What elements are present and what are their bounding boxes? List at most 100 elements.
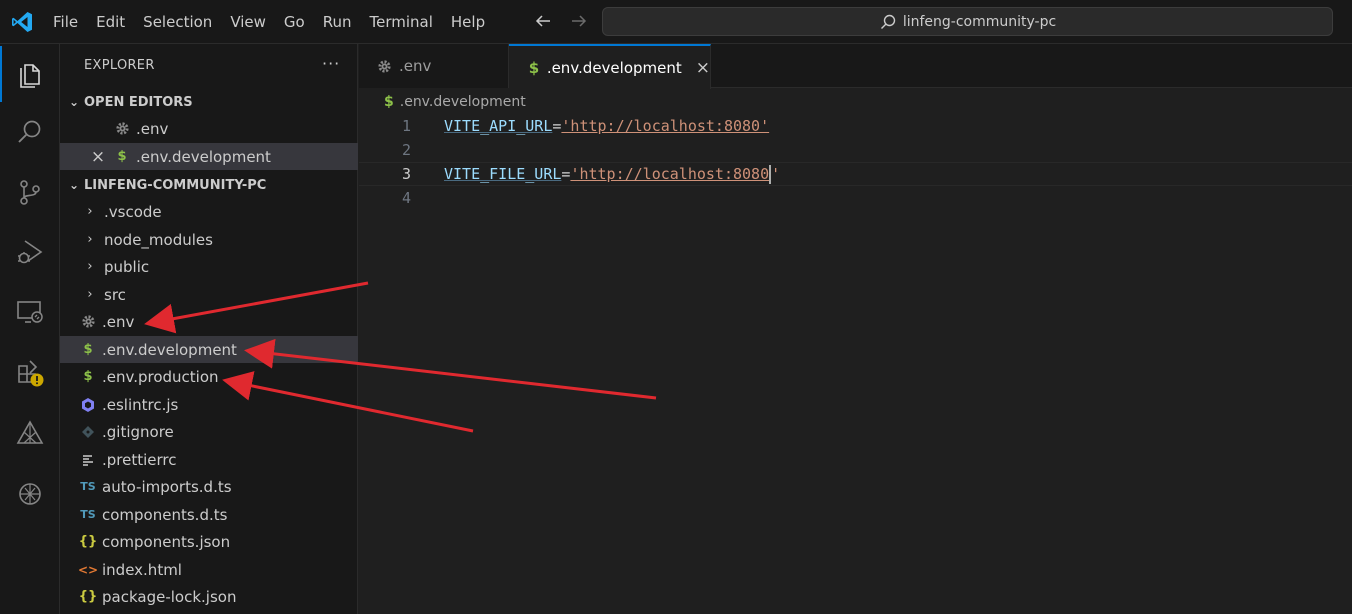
tree-item-label: package-lock.json bbox=[102, 587, 237, 606]
open-editor-item[interactable]: .env bbox=[60, 115, 358, 142]
tree-file-package-lock[interactable]: {} package-lock.json bbox=[60, 583, 358, 610]
close-icon[interactable]: × bbox=[88, 147, 108, 167]
code-line[interactable]: 4 bbox=[359, 186, 1352, 210]
project-folder-title: LINFENG-COMMUNITY-PC bbox=[84, 177, 267, 193]
openai-extension-icon[interactable] bbox=[0, 466, 60, 522]
tree-file-prettierrc[interactable]: .prettierrc bbox=[60, 446, 358, 473]
line-number: 3 bbox=[401, 165, 411, 183]
extensions-icon[interactable] bbox=[0, 344, 60, 400]
env-value: 'http://localhost:8080' bbox=[561, 117, 770, 135]
vscode-logo-icon[interactable] bbox=[10, 10, 34, 34]
tree-item-label: src bbox=[104, 285, 126, 304]
code-text: VITE_FILE_URL='http://localhost:8080 ' bbox=[444, 164, 780, 184]
search-icon bbox=[880, 14, 896, 29]
navigation-arrows bbox=[532, 10, 590, 32]
code-line[interactable]: 1 VITE_API_URL='http://localhost:8080' bbox=[359, 114, 1352, 138]
open-editor-label: .env bbox=[136, 119, 169, 138]
tree-item-label: .env.development bbox=[102, 340, 237, 359]
chevron-right-icon: › bbox=[87, 287, 93, 302]
tree-file-env-development[interactable]: $ .env.development bbox=[60, 336, 358, 363]
env-value: 'http://localhost:8080 bbox=[570, 164, 772, 184]
title-bar: File Edit Selection View Go Run Terminal… bbox=[0, 0, 1352, 44]
remote-explorer-icon[interactable] bbox=[0, 284, 60, 340]
project-folder-header[interactable]: ⌄ LINFENG-COMMUNITY-PC bbox=[60, 173, 358, 197]
chevron-down-icon: ⌄ bbox=[68, 95, 80, 109]
tab-label: .env bbox=[399, 57, 432, 75]
tree-file-eslintrc[interactable]: .eslintrc.js bbox=[60, 391, 358, 418]
tree-item-label: .gitignore bbox=[102, 422, 174, 441]
open-editors-title: OPEN EDITORS bbox=[84, 94, 193, 110]
html-icon: <> bbox=[77, 562, 99, 577]
menu-terminal[interactable]: Terminal bbox=[361, 7, 442, 37]
code-line-current[interactable]: 3 VITE_FILE_URL='http://localhost:8080 ' bbox=[359, 162, 1352, 186]
tree-file-auto-imports[interactable]: TS auto-imports.d.ts bbox=[60, 473, 358, 500]
gear-icon bbox=[78, 314, 98, 329]
tab-env[interactable]: .env bbox=[359, 44, 509, 88]
gear-icon bbox=[375, 59, 393, 74]
triangle-extension-icon[interactable] bbox=[0, 406, 60, 462]
more-actions-icon[interactable]: ··· bbox=[322, 54, 340, 73]
code-text: VITE_API_URL='http://localhost:8080' bbox=[444, 117, 769, 135]
command-center-label: linfeng-community-pc bbox=[902, 13, 1057, 30]
tree-folder-vscode[interactable]: › .vscode bbox=[60, 198, 358, 225]
menu-view[interactable]: View bbox=[221, 7, 275, 37]
dollar-icon: $ bbox=[83, 369, 93, 384]
chevron-right-icon: › bbox=[87, 232, 93, 247]
json-icon: {} bbox=[78, 589, 98, 604]
menu-help[interactable]: Help bbox=[442, 7, 494, 37]
chevron-right-icon: › bbox=[87, 259, 93, 274]
sidebar-title: EXPLORER bbox=[84, 58, 155, 73]
tree-file-gitignore[interactable]: .gitignore bbox=[60, 418, 358, 445]
search-icon[interactable] bbox=[0, 104, 60, 160]
code-editor[interactable]: 1 VITE_API_URL='http://localhost:8080' 2… bbox=[359, 112, 1352, 614]
menu-file[interactable]: File bbox=[44, 7, 87, 37]
menu-run[interactable]: Run bbox=[314, 7, 361, 37]
env-key: VITE_API_URL bbox=[444, 117, 553, 135]
json-icon: {} bbox=[78, 534, 98, 549]
tree-file-index-html[interactable]: <> index.html bbox=[60, 556, 358, 583]
forward-arrow-icon[interactable] bbox=[568, 10, 590, 32]
dollar-icon: $ bbox=[117, 149, 127, 164]
back-arrow-icon[interactable] bbox=[532, 10, 554, 32]
tree-item-label: auto-imports.d.ts bbox=[102, 477, 232, 496]
explorer-icon[interactable] bbox=[0, 46, 60, 102]
run-debug-icon[interactable] bbox=[0, 224, 60, 280]
tree-file-env[interactable]: .env bbox=[60, 308, 358, 335]
line-number: 4 bbox=[401, 189, 411, 207]
command-center-search[interactable]: linfeng-community-pc bbox=[602, 7, 1333, 36]
tree-folder-src[interactable]: › src bbox=[60, 281, 358, 308]
menu-selection[interactable]: Selection bbox=[134, 7, 221, 37]
dollar-icon: $ bbox=[83, 342, 93, 357]
breadcrumb[interactable]: $ .env.development bbox=[384, 92, 526, 112]
menu-edit[interactable]: Edit bbox=[87, 7, 134, 37]
tree-file-components-dts[interactable]: TS components.d.ts bbox=[60, 501, 358, 528]
tree-item-label: components.json bbox=[102, 532, 231, 551]
menu-go[interactable]: Go bbox=[275, 7, 314, 37]
breadcrumb-file[interactable]: .env.development bbox=[400, 94, 526, 110]
env-key: VITE_FILE_URL bbox=[444, 164, 562, 183]
eslint-icon bbox=[78, 397, 98, 413]
dollar-icon: $ bbox=[528, 58, 540, 77]
tree-file-env-production[interactable]: $ .env.production bbox=[60, 363, 358, 390]
tree-item-label: .eslintrc.js bbox=[102, 395, 179, 414]
tree-folder-public[interactable]: › public bbox=[60, 253, 358, 280]
tree-item-label: index.html bbox=[102, 560, 182, 579]
code-line[interactable]: 2 bbox=[359, 138, 1352, 162]
dollar-icon: $ bbox=[384, 94, 394, 110]
open-editors-header[interactable]: ⌄ OPEN EDITORS bbox=[60, 90, 358, 114]
tree-item-label: .env bbox=[102, 312, 135, 331]
gear-icon bbox=[112, 121, 132, 136]
source-control-icon[interactable] bbox=[0, 164, 60, 220]
tree-item-label: node_modules bbox=[104, 230, 213, 249]
tab-env-development[interactable]: $ .env.development × bbox=[509, 44, 711, 89]
chevron-right-icon: › bbox=[87, 204, 93, 219]
tree-folder-node-modules[interactable]: › node_modules bbox=[60, 226, 358, 253]
tree-file-components-json[interactable]: {} components.json bbox=[60, 528, 358, 555]
tab-label: .env.development bbox=[546, 58, 682, 77]
git-icon bbox=[78, 425, 98, 439]
open-editor-item[interactable]: × $ .env.development bbox=[60, 143, 358, 170]
tree-item-label: public bbox=[104, 257, 150, 276]
activity-bar bbox=[0, 44, 60, 614]
close-icon[interactable]: × bbox=[696, 58, 710, 78]
open-editor-label: .env.development bbox=[136, 147, 271, 166]
